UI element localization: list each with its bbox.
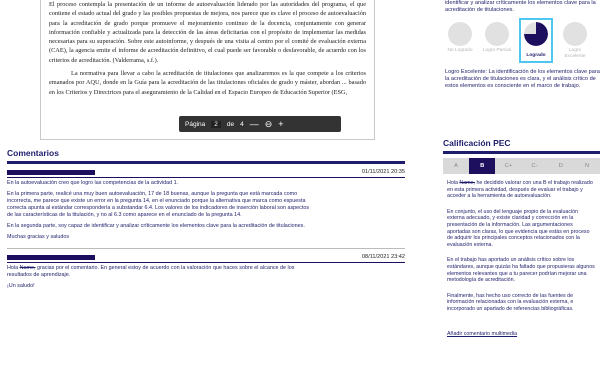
add-multimedia-comment-link[interactable]: Añadir comentario multimedia (443, 331, 521, 337)
feedback-paragraph: Hola Name, he decidido valorar con una B… (447, 180, 593, 200)
level-logro-excelente[interactable]: Logro Excelente (560, 22, 590, 63)
zoom-in-button[interactable]: + (278, 119, 283, 129)
level-circle-icon (563, 22, 587, 46)
page-total: 4 (240, 120, 244, 128)
document-paragraph-2: La normativa para llevar a cabo la acred… (49, 70, 366, 96)
level-logrado[interactable]: Logrado (519, 18, 553, 63)
comment-date: 08/11/2021 23:42 (361, 254, 405, 260)
page-label: Página (185, 120, 206, 128)
comment-paragraph: En la primera parte, realicé una muy bue… (7, 191, 310, 218)
comments-title: Comentarios (7, 148, 405, 164)
grade-c-plus[interactable]: C+ (495, 158, 521, 174)
feedback-paragraph: En el trabajo has aportado un análisis c… (447, 257, 595, 284)
grade-b[interactable]: B (469, 158, 496, 174)
comment-author-redacted (7, 254, 95, 260)
page-toolbar: Página 2 de 4 — ⊖ + (179, 116, 341, 132)
page-of-label: de (226, 120, 235, 128)
rubric-levels: No Logrado Logro Parcial Logrado Logro E… (443, 18, 600, 63)
comment-paragraph: En la segunda parte, soy capaz de identi… (7, 223, 305, 229)
feedback-paragraph: Finalmente, has hecho uso correcto de la… (447, 292, 574, 312)
grade-n[interactable]: N (574, 158, 600, 174)
rubric-criterion-text: identificar y analizar críticamente los … (445, 0, 596, 13)
calificacion-title: Calificación PEC (443, 138, 600, 154)
pie-three-quarter-icon (524, 22, 548, 46)
grade-selector: A B C+ C- D N (443, 158, 600, 174)
comment-paragraph: Hola Name, gracias por el comentario. En… (7, 265, 295, 278)
feedback-text: Hola Name, he decidido valorar con una B… (443, 180, 600, 340)
redacted-name: Name, (459, 180, 475, 186)
level-circle-icon (485, 22, 509, 46)
comment-date: 01/11/2021 20:35 (361, 169, 405, 175)
comment-paragraph: En la autoevaluación creo que logro las … (7, 180, 179, 186)
comment-item: 08/11/2021 23:42 Hola Name, gracias por … (7, 254, 405, 290)
level-label: Logrado (526, 53, 546, 58)
document-viewer[interactable]: El proceso contempla la presentación de … (40, 0, 375, 140)
document-paragraph-1: El proceso contempla la presentación de … (49, 1, 366, 64)
level-description: Logro Excelente: La identificación de lo… (445, 68, 600, 89)
comment-author-redacted (7, 169, 95, 175)
comment-item: 01/11/2021 20:35 En la autoevaluación cr… (7, 169, 405, 249)
rubric-panel: identificar y analizar críticamente los … (443, 0, 600, 90)
level-logro-parcial[interactable]: Logro Parcial (482, 22, 512, 63)
grade-c-minus[interactable]: C- (522, 158, 548, 174)
grade-a[interactable]: A (443, 158, 469, 174)
zoom-icon[interactable]: ⊖ (265, 119, 273, 130)
level-no-logrado[interactable]: No Logrado (445, 22, 475, 63)
feedback-paragraph: En conjunto, el uso del lenguaje propio … (447, 208, 590, 248)
comments-section: Comentarios 01/11/2021 20:35 En la autoe… (7, 148, 405, 290)
comment-paragraph: Muchas gracias y saludos (7, 234, 70, 240)
comment-paragraph: ¡Un saludo! (7, 283, 35, 289)
level-label: Logro Parcial (482, 48, 512, 53)
page-number-input[interactable]: 2 (211, 120, 221, 128)
zoom-out-button[interactable]: — (250, 119, 259, 129)
level-circle-icon (448, 22, 472, 46)
grade-d[interactable]: D (548, 158, 574, 174)
redacted-name: Name, (19, 265, 36, 271)
level-label: No Logrado (447, 48, 473, 53)
level-label: Logro Excelente (564, 48, 586, 59)
